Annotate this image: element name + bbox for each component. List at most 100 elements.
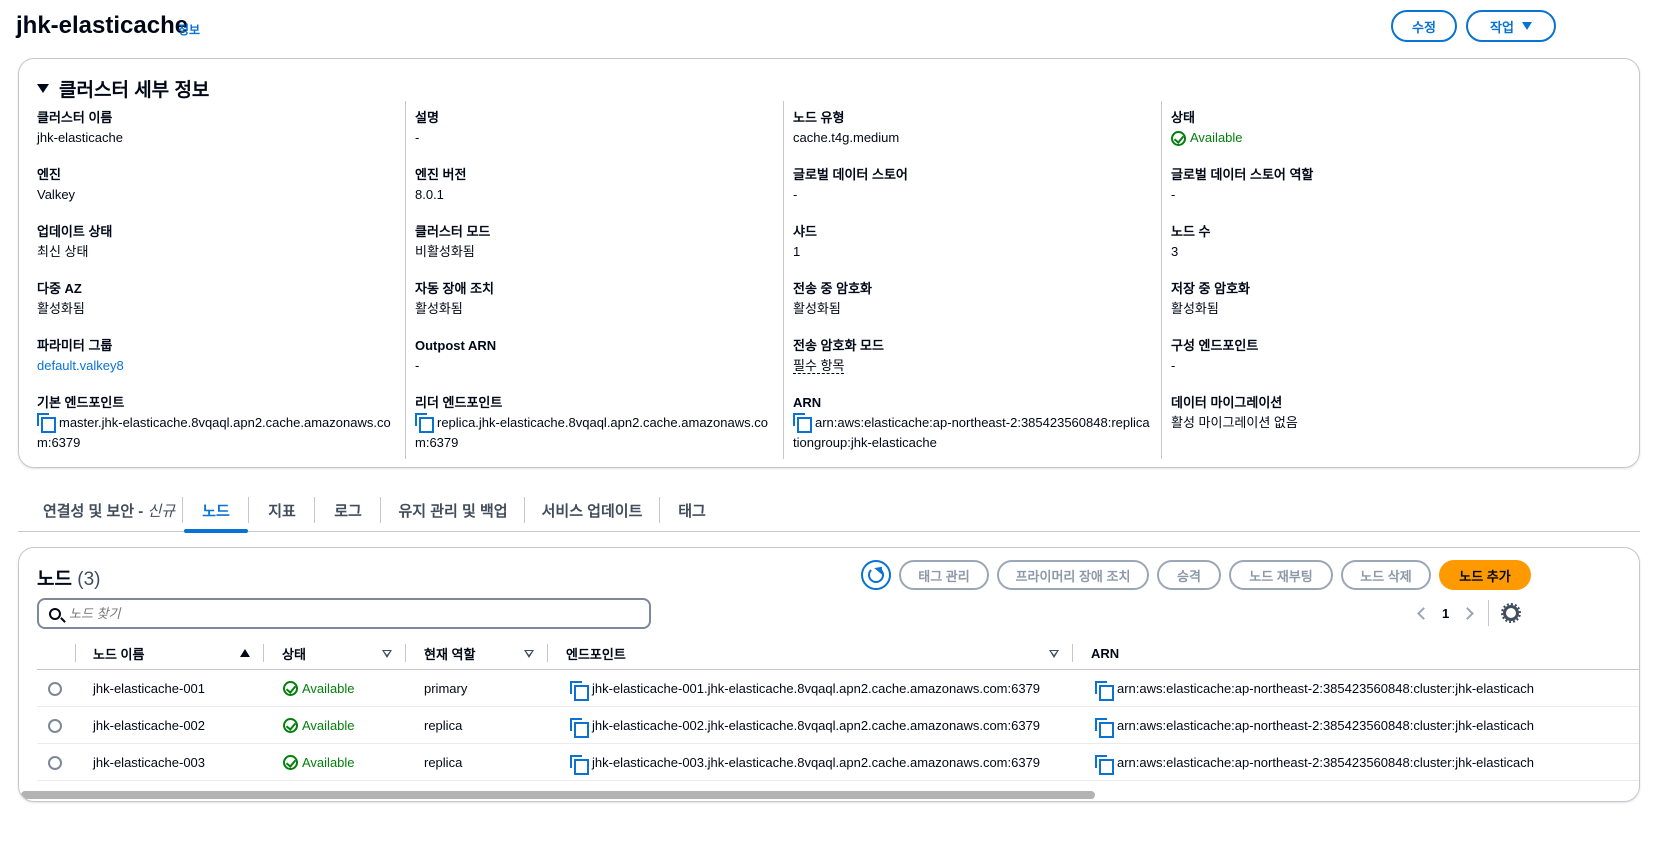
tab-separator <box>248 497 249 523</box>
field-value: - <box>415 130 420 145</box>
column-header-arn[interactable]: ARN <box>1091 636 1191 670</box>
table-row[interactable]: jhk-elasticache-003 Available replica jh… <box>37 744 1639 781</box>
tab-metrics[interactable]: 지표 <box>250 488 314 532</box>
copy-icon[interactable] <box>570 717 589 738</box>
row-select-radio[interactable] <box>48 744 62 781</box>
node-count-field: 노드 수 3 <box>1171 223 1531 262</box>
column-header-current-role[interactable]: 현재 역할 <box>424 636 524 670</box>
copy-icon[interactable] <box>37 413 56 433</box>
info-link[interactable]: 정보 <box>178 21 200 38</box>
tab-maintenance-backup[interactable]: 유지 관리 및 백업 <box>382 488 524 532</box>
tab-service-updates[interactable]: 서비스 업데이트 <box>526 488 658 532</box>
radio-button[interactable] <box>48 681 62 696</box>
field-label: 클러스터 이름 <box>37 110 113 125</box>
chevron-right-icon[interactable] <box>1461 606 1475 620</box>
column-header-node-name[interactable]: 노드 이름 <box>93 636 253 670</box>
row-select-radio[interactable] <box>48 670 62 707</box>
data-migration-field: 데이터 마이그레이션 활성 마이그레이션 없음 <box>1171 394 1531 433</box>
field-label: 자동 장애 조치 <box>415 281 494 296</box>
chevron-left-icon[interactable] <box>1417 606 1430 620</box>
horizontal-scrollbar[interactable] <box>21 791 1095 799</box>
promote-button[interactable]: 승격 <box>1157 560 1221 590</box>
status-field: 상태 Available <box>1171 109 1531 148</box>
field-label: 기본 엔드포인트 <box>37 395 125 410</box>
parameter-group-link[interactable]: default.valkey8 <box>37 356 397 376</box>
tab-separator <box>314 497 315 523</box>
tab-tags[interactable]: 태그 <box>661 488 723 532</box>
row-select-radio[interactable] <box>48 707 62 744</box>
sort-toggle-icon[interactable] <box>382 650 392 658</box>
endpoint-cell: jhk-elasticache-001.jhk-elasticache.8vqa… <box>570 670 1040 707</box>
role-cell: replica <box>424 755 463 770</box>
column-header-status[interactable]: 상태 <box>282 636 382 670</box>
primary-endpoint-value: master.jhk-elasticache.8vqaql.apn2.cache… <box>37 415 391 450</box>
field-value: 활성화됨 <box>1171 301 1219 316</box>
tab-separator <box>182 497 183 523</box>
field-label: 샤드 <box>793 224 817 239</box>
update-status-field: 업데이트 상태 최신 상태 <box>37 223 397 262</box>
primary-failover-button[interactable]: 프라이머리 장애 조치 <box>997 560 1149 590</box>
field-label: 구성 엔드포인트 <box>1171 338 1259 353</box>
page-number[interactable]: 1 <box>1442 606 1449 621</box>
copy-icon[interactable] <box>1095 754 1114 775</box>
tab-logs[interactable]: 로그 <box>316 488 380 532</box>
refresh-icon <box>868 567 884 583</box>
field-value: 활성화됨 <box>415 301 463 316</box>
status-ok-icon <box>283 755 298 770</box>
delete-node-button[interactable]: 노드 삭제 <box>1341 560 1431 590</box>
shards-field: 샤드 1 <box>793 223 1153 262</box>
page-header: jhk-elasticache 정보 수정 작업 <box>16 8 1644 48</box>
sort-ascending-icon[interactable] <box>240 649 250 657</box>
field-label: 업데이트 상태 <box>37 224 113 239</box>
caret-down-icon <box>1521 22 1532 30</box>
field-label: 노드 유형 <box>793 110 845 125</box>
arn-cell: arn:aws:elasticache:ap-northeast-2:38542… <box>1095 707 1534 744</box>
actions-dropdown-button[interactable]: 작업 <box>1466 10 1556 42</box>
node-search[interactable] <box>37 598 651 629</box>
copy-icon[interactable] <box>570 754 589 775</box>
refresh-button[interactable] <box>861 560 891 590</box>
field-value: 8.0.1 <box>415 187 444 202</box>
multi-az-field: 다중 AZ 활성화됨 <box>37 280 397 319</box>
copy-icon[interactable] <box>570 680 589 701</box>
status-ok-icon <box>283 681 298 696</box>
status-text: Available <box>302 681 355 696</box>
arn-text: arn:aws:elasticache:ap-northeast-2:38542… <box>1117 718 1534 733</box>
field-label: 저장 중 암호화 <box>1171 281 1250 296</box>
cluster-details-header[interactable]: 클러스터 세부 정보 <box>37 75 209 102</box>
field-label: 노드 수 <box>1171 224 1211 239</box>
page-title: jhk-elasticache <box>16 12 189 39</box>
field-label: Outpost ARN <box>415 338 497 353</box>
copy-icon[interactable] <box>415 413 434 433</box>
field-value: 활성 마이그레이션 없음 <box>1171 415 1298 430</box>
node-name-cell: jhk-elasticache-002 <box>93 718 206 733</box>
copy-icon[interactable] <box>1095 717 1114 738</box>
tab-nodes[interactable]: 노드 <box>184 488 248 533</box>
edit-button[interactable]: 수정 <box>1391 10 1457 42</box>
field-value: 활성화됨 <box>37 301 85 316</box>
at-rest-encryption-field: 저장 중 암호화 활성화됨 <box>1171 280 1531 319</box>
transit-encryption-mode-value[interactable]: 필수 항목 <box>793 358 845 374</box>
add-node-button[interactable]: 노드 추가 <box>1439 560 1531 590</box>
manage-tags-button[interactable]: 태그 관리 <box>899 560 989 590</box>
tab-connectivity-security[interactable]: 연결성 및 보안 - 신규 <box>36 488 182 532</box>
table-row[interactable]: jhk-elasticache-002 Available replica jh… <box>37 707 1639 744</box>
cluster-details-title: 클러스터 세부 정보 <box>59 80 210 101</box>
reboot-node-button[interactable]: 노드 재부팅 <box>1229 560 1333 590</box>
field-label: 글로벌 데이터 스토어 <box>793 167 908 182</box>
table-row[interactable]: jhk-elasticache-001 Available primary jh… <box>37 670 1639 707</box>
field-label: 엔진 <box>37 167 61 182</box>
radio-button[interactable] <box>48 755 62 770</box>
column-header-endpoint[interactable]: 엔드포인트 <box>566 636 766 670</box>
search-icon <box>49 607 61 620</box>
sort-toggle-icon[interactable] <box>524 650 534 658</box>
node-search-input[interactable] <box>69 606 609 621</box>
copy-icon[interactable] <box>1095 680 1114 701</box>
settings-gear-icon[interactable] <box>1501 603 1522 623</box>
node-name-cell: jhk-elasticache-003 <box>93 755 206 770</box>
copy-icon[interactable] <box>793 413 812 433</box>
tab-label: 연결성 및 보안 - <box>42 502 144 520</box>
field-label: 엔진 버전 <box>415 167 467 182</box>
sort-toggle-icon[interactable] <box>1049 650 1059 658</box>
radio-button[interactable] <box>48 718 62 733</box>
